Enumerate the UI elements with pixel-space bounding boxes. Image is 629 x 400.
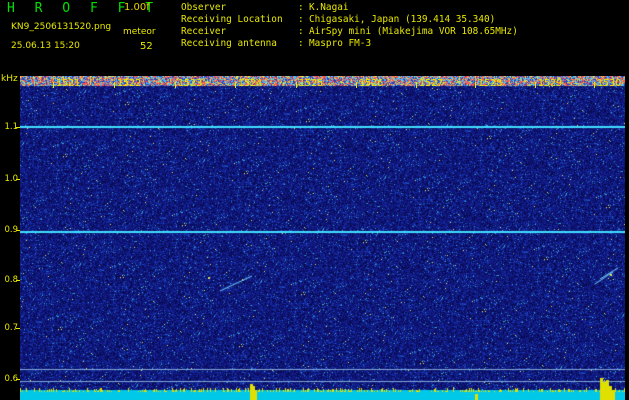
freq-tick [16,179,20,180]
meteor-count: 52 [140,41,153,52]
info-antenna: Receiving antenna: Maspro FM-3 [181,38,371,49]
right-border [625,76,629,400]
frequency-unit-label: kHz [1,74,18,84]
time-label: 1521 [56,78,81,89]
time-tick [175,82,176,88]
freq-tick [16,230,20,231]
time-tick [53,82,54,88]
time-tick [356,82,357,88]
info-value: Chigasaki, Japan (139.414 35.340) [309,14,496,25]
time-tick [416,82,417,88]
info-key: Receiving Location [181,14,283,25]
info-location: Receiving Location: Chigasaki, Japan (139… [181,14,495,25]
frequency-axis: kHz 1.1 1.0 0.9 0.8 0.7 0.6 [0,74,20,400]
freq-tick [16,379,20,380]
time-label: 1526 [359,78,384,89]
info-value: Maspro FM-3 [309,38,372,49]
time-label: 1523 [178,78,203,89]
info-separator: : [298,26,304,37]
file-name: KN9_2506131520.png [11,22,112,32]
info-separator: : [298,2,304,13]
info-value: AirSpy mini (Miakejima VOR 108.65MHz) [309,26,518,37]
time-label: 1529 [538,78,563,89]
time-tick [114,82,115,88]
app-version: 1.00f [124,2,150,13]
time-label: 1522 [117,78,142,89]
info-separator: : [298,38,304,49]
info-key: Receiving antenna [181,38,277,49]
spectrogram-waterfall [20,76,625,400]
time-label: 1525 [299,78,324,89]
freq-tick [16,127,20,128]
freq-tick [16,280,20,281]
info-value: K.Nagai [309,2,349,13]
info-key: Receiver [181,26,227,37]
info-observer: Observer: K.Nagai [181,2,349,13]
capture-datetime: 25.06.13 15:20 [11,41,80,51]
time-label: 1527 [419,78,444,89]
time-tick [535,82,536,88]
time-tick [475,82,476,88]
header-panel: H R O F F T 1.00f KN9_2506131520.png 25.… [0,0,629,76]
freq-tick [16,328,20,329]
time-tick [296,82,297,88]
time-tick [235,82,236,88]
info-key: Observer [181,2,227,13]
info-receiver: Receiver: AirSpy mini (Miakejima VOR 108.… [181,26,518,37]
meteor-label: meteor [123,27,156,37]
time-tick [594,82,595,88]
time-label: 1530 [597,78,622,89]
info-separator: : [298,14,304,25]
time-label: 1528 [478,78,503,89]
time-label: 1524 [238,78,263,89]
